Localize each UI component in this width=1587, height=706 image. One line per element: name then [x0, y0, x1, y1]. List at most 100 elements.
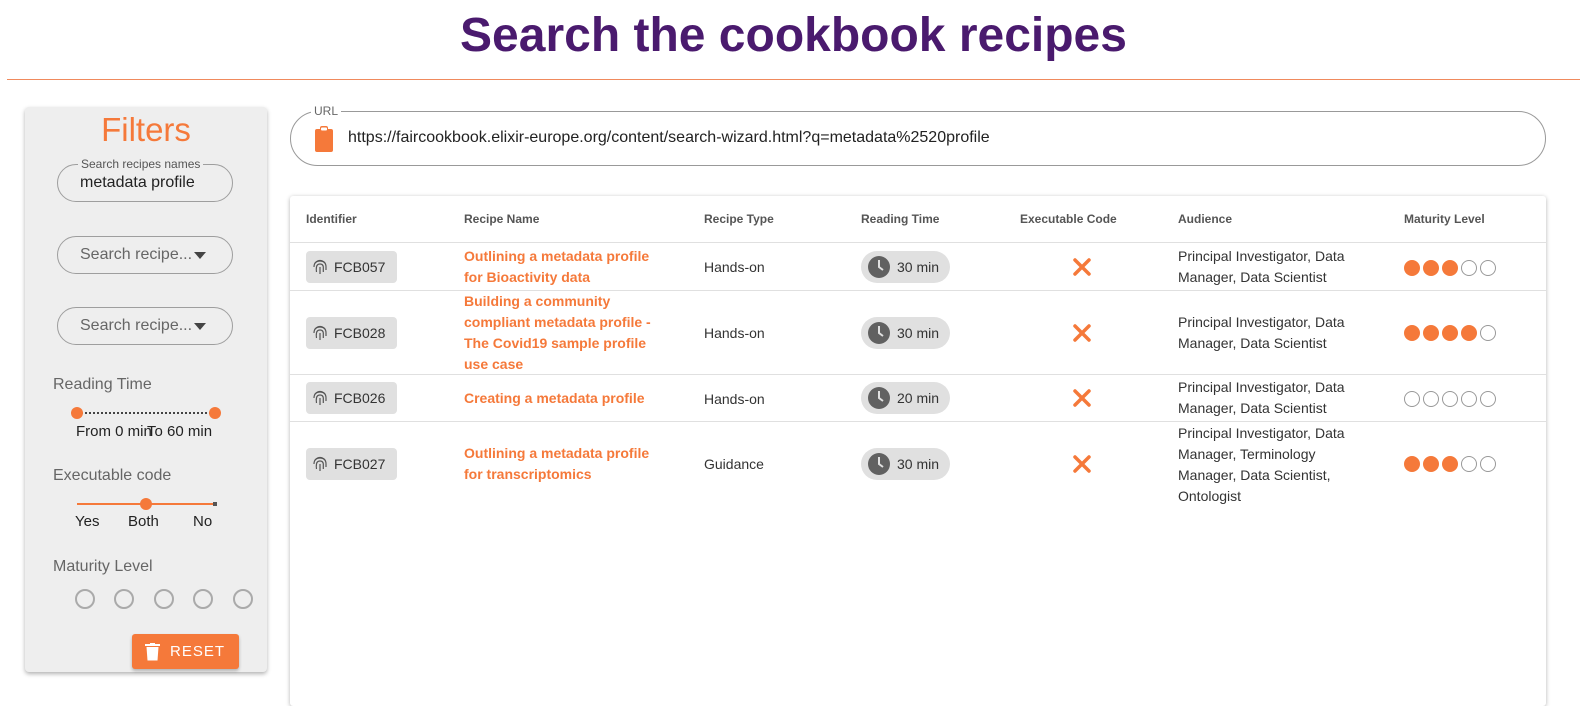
recipe-type: Guidance — [704, 456, 764, 472]
chevron-down-icon — [194, 252, 206, 259]
maturity-radio-1[interactable] — [75, 589, 95, 609]
executable-code-label: Executable code — [53, 467, 172, 484]
search-recipes-input[interactable]: Search recipes names metadata profile — [57, 157, 233, 202]
maturity-dot-filled — [1404, 456, 1420, 472]
header-recipe-name[interactable]: Recipe Name — [464, 212, 539, 226]
header-recipe-type[interactable]: Recipe Type — [704, 212, 774, 226]
fingerprint-icon — [313, 259, 327, 274]
maturity-dot-filled — [1442, 260, 1458, 276]
clock-icon — [868, 387, 890, 409]
reading-time-chip: 30 min — [861, 251, 950, 283]
row-divider — [290, 374, 1546, 375]
header-divider — [290, 242, 1546, 243]
maturity-dot-empty — [1461, 456, 1477, 472]
audience-placeholder: Search recipe... — [80, 317, 193, 334]
recipe-type: Hands-on — [704, 391, 765, 407]
identifier-text: FCB057 — [334, 259, 386, 275]
audience-text: Principal Investigator, Data Manager, Da… — [1178, 314, 1345, 351]
reading-time-min-thumb[interactable] — [71, 407, 83, 419]
reset-label: RESET — [170, 643, 226, 660]
reading-time-text: 20 min — [897, 390, 940, 406]
recipe-name-link[interactable]: Building a community compliant metadata … — [464, 291, 664, 375]
maturity-radio-4[interactable] — [193, 589, 213, 609]
maturity-level-label: Maturity Level — [53, 558, 153, 575]
executable-code-thumb[interactable] — [140, 498, 152, 510]
clock-icon — [868, 256, 890, 278]
row-divider — [290, 421, 1546, 422]
identifier-text: FCB026 — [334, 390, 386, 406]
header-audience[interactable]: Audience — [1178, 212, 1232, 226]
reading-time-text: 30 min — [897, 259, 940, 275]
recipe-name-link[interactable]: Creating a metadata profile — [464, 388, 664, 409]
identifier-chip[interactable]: FCB026 — [306, 382, 397, 414]
maturity-radio-3[interactable] — [154, 589, 174, 609]
header-reading-time[interactable]: Reading Time — [861, 212, 939, 226]
reading-time-text: 30 min — [897, 456, 940, 472]
header-executable-code[interactable]: Executable Code — [1020, 212, 1117, 226]
url-legend: URL — [311, 104, 342, 118]
maturity-dot-filled — [1404, 325, 1420, 341]
audience-dropdown[interactable]: Search recipe... — [57, 307, 233, 345]
results-table: Identifier Recipe Name Recipe Type Readi… — [290, 196, 1546, 706]
reading-time-chip: 30 min — [861, 448, 950, 480]
maturity-dot-empty — [1461, 260, 1477, 276]
audience-text: Principal Investigator, Data Manager, Da… — [1178, 379, 1345, 416]
url-field[interactable]: URL https://faircookbook.elixir-europe.o… — [290, 104, 1546, 166]
maturity-dot-empty — [1480, 260, 1496, 276]
maturity-dot-empty — [1480, 391, 1496, 407]
clipboard-icon[interactable] — [313, 126, 335, 152]
maturity-dot-filled — [1423, 456, 1439, 472]
maturity-dot-filled — [1423, 260, 1439, 276]
close-icon — [1073, 455, 1091, 473]
identifier-text: FCB027 — [334, 456, 386, 472]
audience-text: Principal Investigator, Data Manager, Te… — [1178, 425, 1345, 504]
fingerprint-icon — [313, 456, 327, 471]
close-icon — [1073, 258, 1091, 276]
executable-yes: Yes — [75, 513, 100, 530]
maturity-dot-filled — [1423, 325, 1439, 341]
recipe-name-link[interactable]: Outlining a metadata profile for Bioacti… — [464, 246, 664, 288]
recipe-type: Hands-on — [704, 325, 765, 341]
maturity-dot-empty — [1461, 391, 1477, 407]
identifier-chip[interactable]: FCB057 — [306, 251, 397, 283]
maturity-dot-empty — [1404, 391, 1420, 407]
reading-time-chip: 30 min — [861, 317, 950, 349]
executable-both: Both — [128, 513, 159, 530]
close-icon — [1073, 324, 1091, 342]
recipe-type: Hands-on — [704, 259, 765, 275]
maturity-dot-filled — [1442, 325, 1458, 341]
reset-button[interactable]: RESET — [132, 634, 239, 669]
reading-time-track — [77, 412, 215, 414]
executable-no: No — [193, 513, 213, 530]
close-icon — [1073, 389, 1091, 407]
clock-icon — [868, 453, 890, 475]
reading-time-text: 30 min — [897, 325, 940, 341]
reading-time-chip: 20 min — [861, 382, 950, 414]
recipe-name-link[interactable]: Outlining a metadata profile for transcr… — [464, 443, 664, 485]
url-value: https://faircookbook.elixir-europe.org/c… — [348, 129, 990, 146]
identifier-chip[interactable]: FCB027 — [306, 448, 397, 480]
filters-title: Filters — [101, 111, 191, 148]
clock-icon — [868, 322, 890, 344]
recipe-type-dropdown[interactable]: Search recipe... — [57, 236, 233, 274]
maturity-radio-5[interactable] — [233, 589, 253, 609]
header-maturity-level[interactable]: Maturity Level — [1404, 212, 1485, 226]
maturity-dot-filled — [1404, 260, 1420, 276]
maturity-dot-filled — [1461, 325, 1477, 341]
maturity-radio-2[interactable] — [114, 589, 134, 609]
search-recipes-value: metadata profile — [80, 174, 195, 191]
reading-time-label: Reading Time — [53, 376, 152, 393]
audience-text: Principal Investigator, Data Manager, Da… — [1178, 248, 1345, 285]
chevron-down-icon — [194, 323, 206, 330]
identifier-chip[interactable]: FCB028 — [306, 317, 397, 349]
executable-code-end — [213, 502, 217, 506]
recipe-type-placeholder: Search recipe... — [80, 246, 193, 263]
title-divider — [7, 79, 1580, 80]
maturity-dot-empty — [1423, 391, 1439, 407]
fingerprint-icon — [313, 390, 327, 405]
reading-time-max-thumb[interactable] — [209, 407, 221, 419]
filters-panel: Filters Search recipes names metadata pr… — [25, 107, 267, 672]
header-identifier[interactable]: Identifier — [306, 212, 357, 226]
maturity-dot-empty — [1480, 325, 1496, 341]
search-recipes-legend: Search recipes names — [78, 157, 204, 171]
